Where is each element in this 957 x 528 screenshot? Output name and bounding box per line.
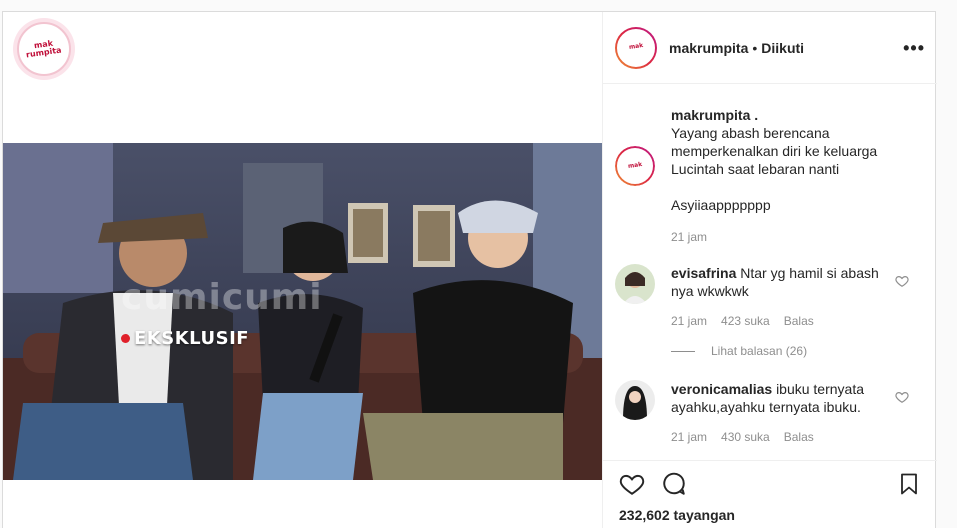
comment-like-icon[interactable] — [895, 390, 909, 404]
comment-item: evisafrina Ntar yg hamil si abash nya wk… — [615, 264, 921, 330]
comment-likes[interactable]: 430 suka — [721, 428, 770, 446]
comment-time[interactable]: 21 jam — [671, 428, 707, 446]
caption-extra: Asyiiaappppppp — [671, 197, 771, 213]
caption-line: Yayang abash berencana — [671, 125, 830, 141]
header-separator: • — [752, 39, 758, 56]
follow-status-button[interactable]: Diikuti — [761, 40, 804, 56]
caption-line: memperkenalkan diri ke keluarga — [671, 143, 878, 159]
replies-divider — [671, 350, 695, 352]
more-icon[interactable]: ••• — [903, 39, 925, 57]
bookmark-icon[interactable] — [897, 471, 921, 497]
commenter-avatar[interactable] — [615, 264, 655, 304]
comment-likes[interactable]: 423 suka — [721, 312, 770, 330]
author-username[interactable]: makrumpita — [669, 40, 748, 56]
logo-text-bottom: rumpita — [25, 45, 63, 60]
heart-icon[interactable] — [619, 471, 645, 497]
caption-time[interactable]: 21 jam — [671, 228, 707, 246]
comment-icon[interactable] — [661, 471, 687, 497]
commenter-avatar[interactable] — [615, 380, 655, 420]
reply-button[interactable]: Balas — [784, 428, 814, 446]
avatar-logo-text: mak — [628, 42, 644, 52]
view-replies-link[interactable]: Lihat balasan (26) — [671, 344, 921, 358]
comment-like-icon[interactable] — [895, 274, 909, 288]
view-count: 232,602 tayangan — [619, 507, 735, 523]
comment-username[interactable]: veronicamalias — [671, 381, 772, 397]
post-header: mak makrumpita • Diikuti ••• — [603, 12, 937, 84]
comment-item: veronicamalias ibuku ternyata ayahku,aya… — [615, 380, 921, 446]
view-replies-label[interactable]: Lihat balasan (26) — [711, 344, 807, 358]
comments-section: mak makrumpita . Yayang abash berencana … — [603, 84, 937, 459]
post-actions: 232,602 tayangan — [603, 460, 937, 528]
post-media: mak rumpita cumicumi EKSKLUSIF — [3, 12, 602, 528]
caption: mak makrumpita . Yayang abash berencana … — [615, 106, 921, 246]
record-dot-icon — [121, 334, 130, 343]
page: mak rumpita cumicumi EKSKLUSIF mak makru… — [0, 0, 957, 528]
caption-avatar[interactable]: mak — [615, 146, 655, 186]
post-card: mak rumpita cumicumi EKSKLUSIF mak makru… — [2, 11, 937, 528]
watermark-logo: mak rumpita — [13, 18, 75, 80]
post-sidebar: mak makrumpita • Diikuti ••• mak makrump… — [602, 12, 937, 528]
exclusive-badge: EKSKLUSIF — [121, 328, 249, 349]
caption-username[interactable]: makrumpita . — [671, 106, 901, 124]
comment-username[interactable]: evisafrina — [671, 265, 736, 281]
reply-button[interactable]: Balas — [784, 312, 814, 330]
author-avatar[interactable]: mak — [615, 26, 657, 69]
exclusive-label: EKSKLUSIF — [134, 328, 250, 349]
caption-avatar-logo-text: mak — [627, 160, 643, 170]
video-watermark: cumicumi — [121, 277, 323, 318]
caption-line: Lucintah saat lebaran nanti — [671, 161, 840, 177]
video-player[interactable]: cumicumi EKSKLUSIF — [3, 143, 602, 480]
comment-time[interactable]: 21 jam — [671, 312, 707, 330]
